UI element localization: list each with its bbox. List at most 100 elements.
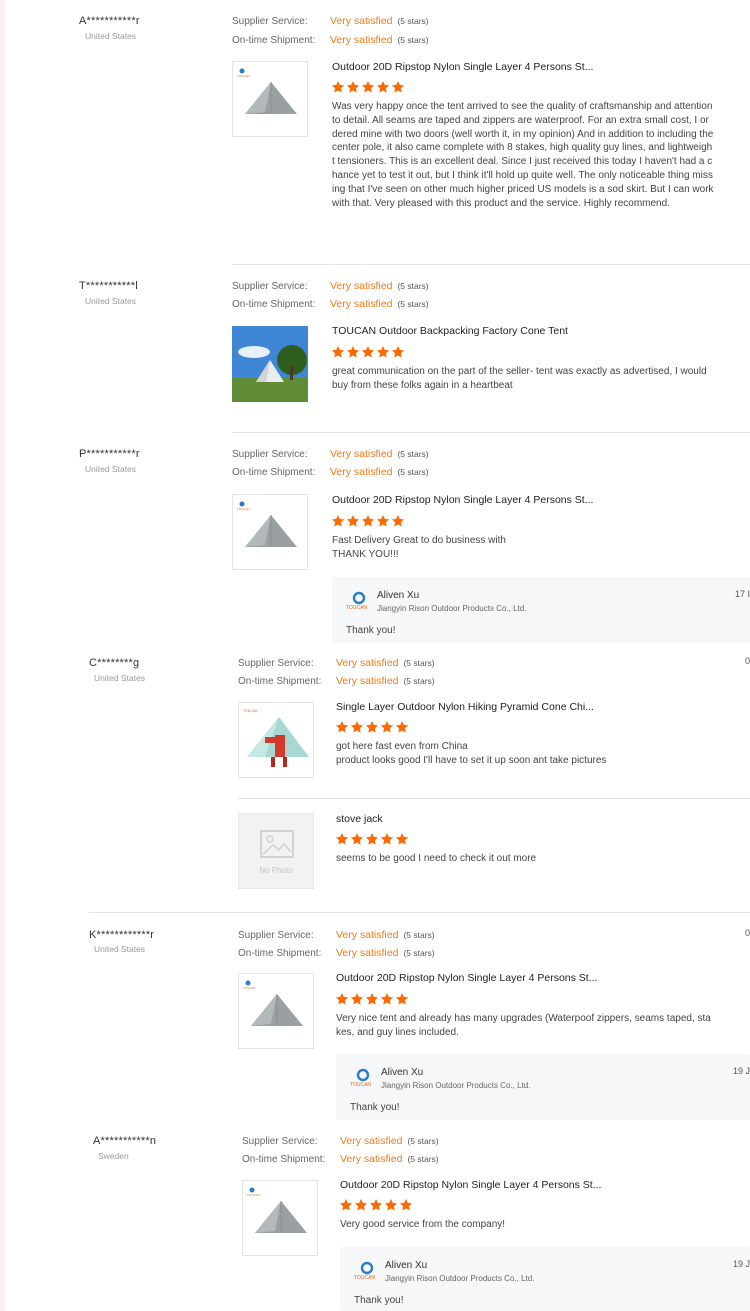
rating-stars bbox=[339, 1198, 413, 1212]
star-icon bbox=[331, 346, 345, 358]
review-card: A***********n Sweden Supplier Service: Ve… bbox=[0, 1127, 750, 1311]
extra-item-title[interactable]: stove jack bbox=[336, 813, 383, 825]
tent-image-icon: TOUCAN bbox=[243, 980, 303, 1026]
svg-text:TOUCAN: TOUCAN bbox=[243, 709, 258, 713]
reply-date: 17 I bbox=[734, 589, 750, 599]
rating-stars bbox=[335, 720, 409, 734]
star-icon bbox=[380, 993, 394, 1005]
review-card: A***********r United States Supplier Ser… bbox=[0, 0, 750, 265]
review-date: 0 bbox=[745, 656, 750, 666]
review-text: Very good service from the company! bbox=[340, 1219, 506, 1230]
star-icon bbox=[365, 993, 379, 1005]
svg-text:TOUCAN: TOUCAN bbox=[243, 986, 256, 990]
rating-stars bbox=[335, 832, 409, 846]
product-thumbnail[interactable]: TOUCAN bbox=[242, 1180, 318, 1256]
star-icon bbox=[395, 721, 409, 733]
buyer-country: United States bbox=[85, 296, 137, 306]
rating-stars bbox=[331, 514, 405, 528]
seller-reply: TOUCAN Aliven Xu Jiangyin Rison Outdoor … bbox=[340, 1247, 750, 1311]
star-icon bbox=[376, 81, 390, 93]
star-icon bbox=[365, 833, 379, 845]
buyer-country: United States bbox=[94, 944, 146, 954]
star-icon bbox=[380, 721, 394, 733]
star-icon bbox=[376, 346, 390, 358]
star-icon bbox=[391, 81, 405, 93]
buyer-name: A***********r bbox=[79, 15, 140, 27]
reply-company: Jiangyin Rison Outdoor Products Co., Ltd… bbox=[377, 604, 527, 613]
supplier-service-rating: Supplier Service: Very satisfied (5 stars) bbox=[232, 280, 429, 292]
supplier-service-rating: Supplier Service: Very satisfied (5 stars) bbox=[242, 1135, 439, 1147]
star-icon bbox=[350, 721, 364, 733]
product-thumbnail[interactable]: TOUCAN bbox=[238, 702, 314, 778]
star-icon bbox=[346, 515, 360, 527]
review-text-line: product looks good I'll have to set it u… bbox=[336, 755, 607, 766]
reply-message: Thank you! bbox=[354, 1295, 404, 1306]
review-text-line: THANK YOU!!! bbox=[332, 549, 399, 560]
product-title-link[interactable]: TOUCAN Outdoor Backpacking Factory Cone … bbox=[332, 325, 568, 337]
svg-text:TOUCAN: TOUCAN bbox=[350, 1082, 371, 1088]
svg-text:TOUCAN: TOUCAN bbox=[247, 1193, 260, 1197]
tent-image-icon: TOUCAN bbox=[237, 501, 297, 547]
rating-stars bbox=[335, 992, 409, 1006]
supplier-service-rating: Supplier Service: Very satisfied (5 stars) bbox=[232, 15, 429, 27]
review-text: Very nice tent and already has many upgr… bbox=[336, 1013, 711, 1038]
review-date: 0 bbox=[745, 928, 750, 938]
buyer-name: T***********l bbox=[79, 280, 138, 292]
buyer-country: United States bbox=[85, 31, 137, 41]
star-icon bbox=[369, 1199, 383, 1211]
star-icon bbox=[350, 993, 364, 1005]
product-thumbnail[interactable] bbox=[232, 326, 308, 402]
product-thumbnail[interactable]: TOUCAN bbox=[232, 494, 308, 570]
product-title-link[interactable]: Single Layer Outdoor Nylon Hiking Pyrami… bbox=[336, 701, 594, 713]
product-title-link[interactable]: Outdoor 20D Ripstop Nylon Single Layer 4… bbox=[340, 1179, 601, 1191]
star-icon bbox=[335, 833, 349, 845]
supplier-service-rating: Supplier Service: Very satisfied (5 stars) bbox=[238, 929, 435, 941]
tent-image-icon: TOUCAN bbox=[237, 68, 297, 114]
review-card: K************r United States Supplier Se… bbox=[0, 913, 750, 1127]
svg-text:TOUCAN: TOUCAN bbox=[237, 74, 250, 78]
product-title-link[interactable]: Outdoor 20D Ripstop Nylon Single Layer 4… bbox=[336, 972, 597, 984]
tent-image-icon: TOUCAN bbox=[243, 709, 309, 767]
review-card: C********g United States Supplier Servic… bbox=[0, 650, 750, 913]
svg-text:TOUCAN: TOUCAN bbox=[237, 507, 250, 511]
svg-text:TOUCAN: TOUCAN bbox=[346, 605, 367, 611]
star-icon bbox=[361, 346, 375, 358]
ontime-shipment-rating: On-time Shipment: Very satisfied (5 stars) bbox=[232, 34, 429, 46]
reply-company: Jiangyin Rison Outdoor Products Co., Ltd… bbox=[381, 1081, 531, 1090]
star-icon bbox=[335, 993, 349, 1005]
star-icon bbox=[331, 81, 345, 93]
review-card: T***********l United States Supplier Ser… bbox=[0, 265, 750, 433]
star-icon bbox=[395, 993, 409, 1005]
reply-message: Thank you! bbox=[346, 625, 396, 636]
review-text: great communication on the part of the s… bbox=[332, 366, 707, 391]
rating-stars bbox=[331, 80, 405, 94]
star-icon bbox=[391, 515, 405, 527]
svg-text:TOUCAN: TOUCAN bbox=[354, 1275, 375, 1281]
product-thumbnail[interactable]: TOUCAN bbox=[232, 61, 308, 137]
reply-message: Thank you! bbox=[350, 1102, 400, 1113]
product-title-link[interactable]: Outdoor 20D Ripstop Nylon Single Layer 4… bbox=[332, 494, 593, 506]
star-icon bbox=[391, 346, 405, 358]
item-separator bbox=[238, 798, 750, 799]
product-title-link[interactable]: Outdoor 20D Ripstop Nylon Single Layer 4… bbox=[332, 61, 593, 73]
review-text-line: Fast Delivery Great to do business with bbox=[332, 535, 506, 546]
star-icon bbox=[361, 515, 375, 527]
product-thumbnail[interactable]: TOUCAN bbox=[238, 973, 314, 1049]
buyer-country: Sweden bbox=[98, 1151, 129, 1161]
star-icon bbox=[395, 833, 409, 845]
ontime-shipment-rating: On-time Shipment: Very satisfied (5 stars) bbox=[242, 1153, 439, 1165]
star-icon bbox=[361, 81, 375, 93]
ontime-shipment-rating: On-time Shipment: Very satisfied (5 stars) bbox=[238, 675, 435, 687]
reply-author: Aliven Xu bbox=[377, 590, 420, 601]
rating-stars bbox=[331, 345, 405, 359]
seller-logo-icon: TOUCAN bbox=[346, 591, 367, 611]
review-text: seems to be good I need to check it out … bbox=[336, 853, 537, 864]
star-icon bbox=[365, 721, 379, 733]
star-icon bbox=[354, 1199, 368, 1211]
seller-logo-icon: TOUCAN bbox=[354, 1261, 375, 1281]
star-icon bbox=[376, 515, 390, 527]
ontime-shipment-rating: On-time Shipment: Very satisfied (5 stars) bbox=[232, 466, 429, 478]
no-photo-label: No Photo bbox=[259, 866, 293, 875]
buyer-name: C********g bbox=[89, 657, 140, 669]
review-text: Was very happy once the tent arrived to … bbox=[332, 101, 714, 209]
